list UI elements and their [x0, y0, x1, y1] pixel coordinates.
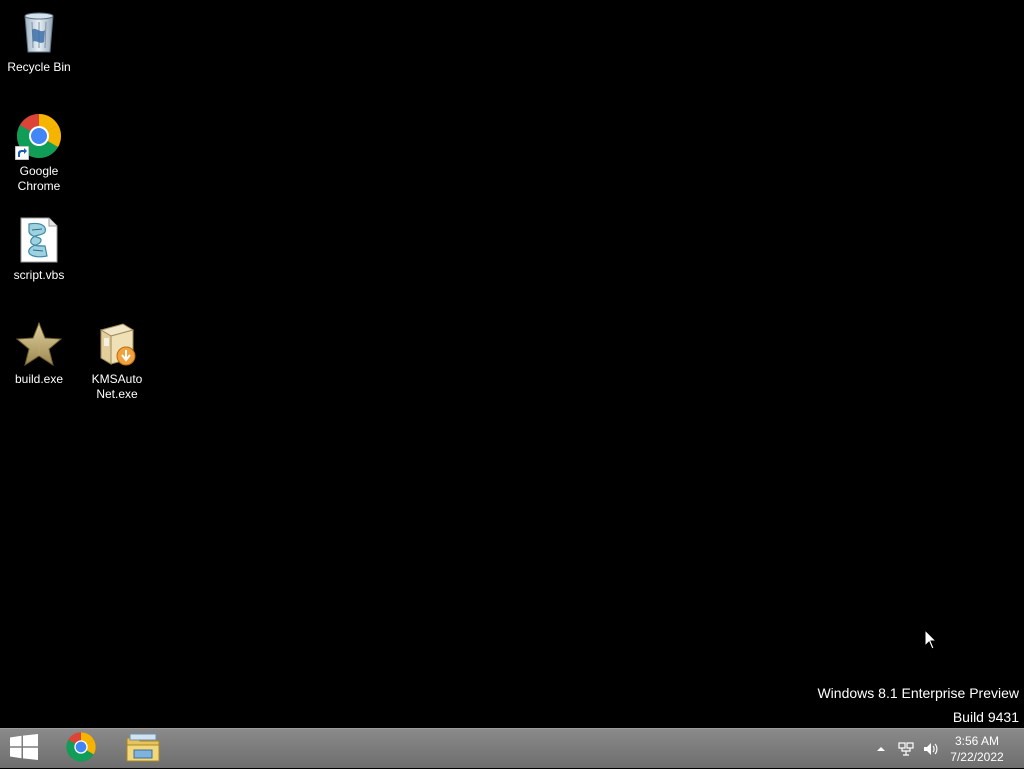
file-explorer-icon — [126, 732, 160, 767]
mouse-cursor-icon — [924, 628, 938, 656]
desktop[interactable]: Recycle Bin Google Chrome script.vbs bui… — [0, 0, 1024, 728]
chrome-icon — [15, 112, 63, 160]
windows-start-icon — [10, 733, 38, 765]
desktop-icon-kmsauto-net-exe[interactable]: KMSAuto Net.exe — [79, 320, 155, 402]
star-exe-icon — [15, 320, 63, 368]
taskbar-clock[interactable]: 3:56 AM 7/22/2022 — [944, 733, 1010, 765]
start-button[interactable] — [0, 729, 48, 769]
watermark-edition: Windows 8.1 Enterprise Preview — [817, 685, 1019, 701]
taskbar: 3:56 AM 7/22/2022 — [0, 728, 1024, 768]
windows-build-watermark: Windows 8.1 Enterprise Preview Build 943… — [817, 684, 1019, 726]
desktop-icon-script-vbs[interactable]: script.vbs — [1, 216, 77, 283]
desktop-icon-label: KMSAuto Net.exe — [91, 372, 143, 401]
desktop-icon-label: build.exe — [14, 372, 64, 386]
shortcut-arrow-icon — [15, 146, 29, 160]
installer-box-icon — [93, 320, 141, 368]
watermark-build: Build 9431 — [952, 709, 1019, 725]
desktop-icon-label: script.vbs — [13, 268, 65, 282]
chrome-icon — [65, 731, 97, 768]
system-tray — [872, 729, 942, 769]
volume-icon[interactable] — [918, 741, 942, 757]
desktop-icon-google-chrome[interactable]: Google Chrome — [1, 112, 77, 194]
desktop-icon-label: Google Chrome — [17, 164, 61, 193]
desktop-icon-recycle-bin[interactable]: Recycle Bin — [1, 8, 77, 75]
clock-time: 3:56 AM — [954, 734, 1000, 748]
clock-date: 7/22/2022 — [950, 750, 1004, 764]
desktop-icon-label: Recycle Bin — [7, 60, 71, 74]
taskbar-chrome-button[interactable] — [56, 729, 106, 769]
network-icon[interactable] — [894, 741, 918, 757]
show-hidden-icons-arrow[interactable] — [872, 745, 890, 753]
taskbar-file-explorer-button[interactable] — [118, 729, 168, 769]
desktop-icon-build-exe[interactable]: build.exe — [1, 320, 77, 387]
recycle-bin-icon — [15, 8, 63, 56]
vbs-script-icon — [15, 216, 63, 264]
